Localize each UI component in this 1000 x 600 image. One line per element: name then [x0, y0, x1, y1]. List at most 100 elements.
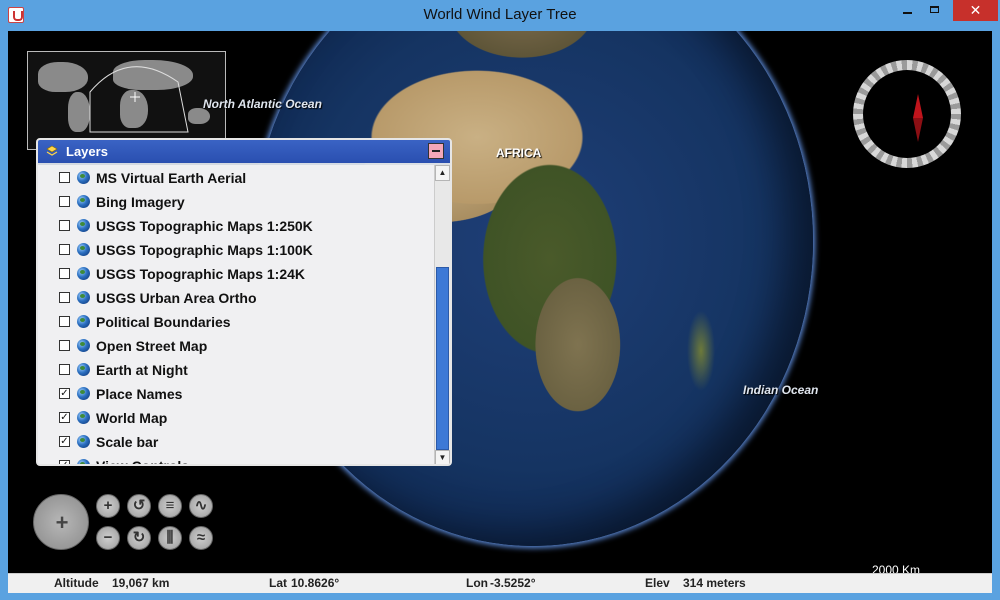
pitch-down-icon: ⫼ [166, 529, 174, 546]
layer-row[interactable]: MS Virtual Earth Aerial [38, 167, 434, 191]
pan-control[interactable]: + [33, 494, 89, 550]
pitch-up-icon: ≡ [165, 497, 175, 514]
heading-left-button[interactable]: ↺ [127, 494, 151, 518]
latitude-label: Lat [269, 576, 287, 590]
plus-icon: + [103, 497, 113, 514]
layer-checkbox[interactable]: ✓ [59, 412, 70, 423]
layer-row[interactable]: Earth at Night [38, 359, 434, 383]
layer-row[interactable]: ✓ View Controls [38, 455, 434, 464]
minimize-button[interactable] [894, 0, 922, 21]
layer-checkbox[interactable] [59, 364, 70, 375]
heading-right-button[interactable]: ↻ [127, 526, 151, 550]
scroll-thumb[interactable] [436, 267, 449, 450]
layer-row[interactable]: ✓ Scale bar [38, 431, 434, 455]
globe-icon [77, 435, 90, 448]
globe-viewport[interactable]: North Atlantic Ocean AFRICA Indian Ocean… [8, 31, 992, 573]
pan-arrows-icon: + [55, 510, 69, 535]
layer-checkbox[interactable]: ✓ [59, 436, 70, 447]
compass[interactable] [853, 60, 961, 168]
layer-row[interactable]: Political Boundaries [38, 311, 434, 335]
layer-checkbox[interactable] [59, 172, 70, 183]
view-footprint-outline [89, 66, 189, 133]
layer-row[interactable]: USGS Urban Area Ortho [38, 287, 434, 311]
longitude-value: -3.5252° [490, 576, 536, 590]
north-atlantic-ocean-label: North Atlantic Ocean [203, 97, 322, 111]
globe-icon [77, 363, 90, 376]
layer-checkbox[interactable] [59, 340, 70, 351]
layer-label: USGS Topographic Maps 1:100K [96, 242, 313, 258]
layer-label: USGS Topographic Maps 1:250K [96, 218, 313, 234]
zoom-out-button[interactable]: − [96, 526, 120, 550]
layer-checkbox[interactable]: ✓ [59, 460, 70, 464]
globe-icon [77, 315, 90, 328]
elevation-value: 314 meters [683, 576, 746, 590]
zoom-in-button[interactable]: + [96, 494, 120, 518]
layer-checkbox[interactable] [59, 268, 70, 279]
layer-checkbox[interactable] [59, 316, 70, 327]
layers-panel-header[interactable]: Layers [38, 140, 450, 163]
vertical-exaggeration-up-button[interactable]: ∿ [189, 494, 213, 518]
layer-row[interactable]: USGS Topographic Maps 1:250K [38, 215, 434, 239]
layer-label: MS Virtual Earth Aerial [96, 170, 247, 186]
layer-row[interactable]: Open Street Map [38, 335, 434, 359]
layer-row[interactable]: Bing Imagery [38, 191, 434, 215]
layers-icon [46, 145, 58, 156]
layer-checkbox[interactable] [59, 244, 70, 255]
layers-scrollbar[interactable]: ▲ ▼ [434, 165, 450, 464]
layer-label: View Controls [96, 458, 189, 464]
altitude-label: Altitude [54, 576, 99, 590]
globe-icon [77, 267, 90, 280]
layer-checkbox[interactable] [59, 196, 70, 207]
close-button[interactable]: ✕ [953, 0, 998, 21]
layer-checkbox[interactable] [59, 292, 70, 303]
scroll-down-arrow-icon[interactable]: ▼ [435, 450, 450, 464]
globe-icon [77, 387, 90, 400]
globe-icon [77, 195, 90, 208]
maximize-button[interactable] [921, 0, 949, 21]
globe-icon [77, 411, 90, 424]
minimize-icon [903, 12, 912, 14]
rotate-ccw-icon: ↺ [132, 497, 146, 514]
terrain-up-icon: ∿ [194, 497, 208, 514]
close-icon: ✕ [969, 2, 982, 18]
globe-icon [77, 291, 90, 304]
status-bar: Altitude 19,067 km Lat 10.8626° Lon -3.5… [8, 573, 992, 593]
layer-label: Earth at Night [96, 362, 188, 378]
altitude-value: 19,067 km [112, 576, 170, 590]
layer-label: USGS Urban Area Ortho [96, 290, 257, 306]
layer-label: Bing Imagery [96, 194, 185, 210]
latitude-value: 10.8626° [291, 576, 340, 590]
rotate-cw-icon: ↻ [132, 529, 146, 546]
compass-needle-icon [913, 94, 923, 118]
layers-panel: Layers MS Virtual Earth Aerial Bing Image… [36, 138, 452, 466]
layer-label: World Map [96, 410, 168, 426]
layer-checkbox[interactable]: ✓ [59, 388, 70, 399]
layer-checkbox[interactable] [59, 220, 70, 231]
globe-icon [77, 339, 90, 352]
layers-list: MS Virtual Earth Aerial Bing Imagery USGS … [38, 165, 434, 464]
globe-icon [77, 171, 90, 184]
indian-ocean-label: Indian Ocean [743, 383, 819, 397]
pitch-up-button[interactable]: ≡ [158, 494, 182, 518]
title-bar[interactable]: World Wind Layer Tree ✕ [0, 0, 1000, 31]
globe-icon [77, 219, 90, 232]
layer-label: Political Boundaries [96, 314, 231, 330]
scroll-up-arrow-icon[interactable]: ▲ [435, 165, 450, 181]
elevation-label: Elev [645, 576, 670, 590]
world-map-overview[interactable] [27, 51, 226, 150]
scale-bar-label: 2000 Km [872, 563, 921, 573]
layer-label: USGS Topographic Maps 1:24K [96, 266, 305, 282]
layer-label: Open Street Map [96, 338, 208, 354]
longitude-label: Lon [466, 576, 488, 590]
vertical-exaggeration-down-button[interactable]: ≈ [189, 526, 213, 550]
minus-icon: − [103, 529, 113, 546]
layers-panel-title: Layers [66, 144, 108, 159]
layer-row[interactable]: USGS Topographic Maps 1:100K [38, 239, 434, 263]
layer-row[interactable]: ✓ World Map [38, 407, 434, 431]
layer-row[interactable]: ✓ Place Names [38, 383, 434, 407]
layers-panel-minimize-button[interactable] [428, 143, 444, 159]
pitch-down-button[interactable]: ⫼ [158, 526, 182, 550]
layer-row[interactable]: USGS Topographic Maps 1:24K [38, 263, 434, 287]
window-title: World Wind Layer Tree [423, 6, 577, 23]
app-window: World Wind Layer Tree ✕ North Atlantic O… [0, 0, 1000, 600]
